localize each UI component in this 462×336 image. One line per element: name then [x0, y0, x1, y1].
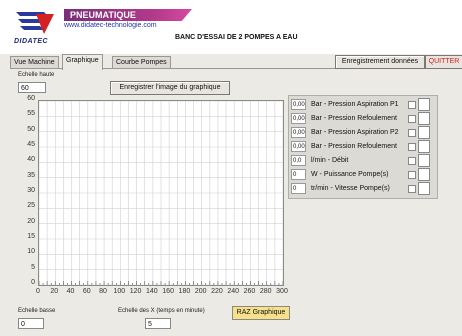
y-tick-label: 50 [27, 125, 35, 133]
legend-visibility-checkbox[interactable] [408, 115, 416, 123]
legend-visibility-checkbox[interactable] [408, 129, 416, 137]
y-tick-label: 25 [27, 202, 35, 210]
legend-value: 0,00 [291, 113, 306, 124]
legend-value: 0 [291, 169, 306, 180]
x-scale-input[interactable]: 5 [145, 318, 171, 329]
website-url[interactable]: www.didatec-technologie.com [64, 22, 157, 29]
page-title: BANC D'ESSAI DE 2 POMPES A EAU [175, 34, 298, 41]
legend-row: 0,00 Bar - Pression Aspiration P2 [289, 126, 437, 140]
legend-label: Bar - Pression Refoulement [311, 115, 397, 122]
legend-visibility-checkbox[interactable] [408, 157, 416, 165]
quit-button[interactable]: QUITTER [425, 55, 462, 69]
legend-value: 0,0 [291, 155, 306, 166]
legend-value: 0,00 [291, 99, 306, 110]
tab-graphique[interactable]: Graphique [62, 54, 103, 70]
y-tick-label: 40 [27, 156, 35, 164]
y-max-label: Echelle haute [18, 72, 55, 78]
legend-plot-style-swatch[interactable] [418, 168, 430, 181]
save-data-button[interactable]: Enregistrement données [335, 55, 425, 69]
reset-graph-button[interactable]: RAZ Graphique [232, 306, 290, 320]
legend-plot-style-swatch[interactable] [418, 154, 430, 167]
didatec-logo-icon [16, 12, 54, 34]
brand-banner-text: PNEUMATIQUE [70, 10, 136, 20]
plot-area [38, 100, 284, 286]
legend-row: 0,00 Bar - Pression Aspiration P1 [289, 98, 437, 112]
chart-grid [38, 100, 284, 286]
legend-row: 0,00 Bar - Pression Refoulement [289, 140, 437, 154]
legend-plot-style-swatch[interactable] [418, 98, 430, 111]
y-tick-label: 60 [27, 95, 35, 102]
legend-plot-style-swatch[interactable] [418, 182, 430, 195]
legend-plot-style-swatch[interactable] [418, 140, 430, 153]
legend-visibility-checkbox[interactable] [408, 143, 416, 151]
legend-value: 0 [291, 183, 306, 194]
y-min-label: Echelle basse [18, 308, 56, 314]
legend-visibility-checkbox[interactable] [408, 185, 416, 193]
legend-label: Bar - Pression Aspiration P1 [311, 101, 399, 108]
legend-label: W - Puissance Pompe(s) [311, 171, 389, 178]
legend-panel: 0,00 Bar - Pression Aspiration P1 0,00 B… [288, 95, 438, 199]
y-tick-label: 35 [27, 171, 35, 179]
logo-text: DIDATEC [14, 38, 49, 45]
y-tick-label: 20 [27, 217, 35, 225]
legend-label: tr/min - Vitesse Pompe(s) [311, 185, 390, 192]
y-max-input[interactable]: 60 [18, 82, 46, 93]
y-tick-label: 0 [31, 279, 35, 286]
legend-plot-style-swatch[interactable] [418, 112, 430, 125]
y-tick-label: 30 [27, 187, 35, 194]
legend-value: 0,00 [291, 141, 306, 152]
x-scale-label: Echelle des X (temps en minute) [118, 308, 205, 314]
y-tick-label: 5 [31, 263, 35, 271]
x-tick-label: 300 [276, 288, 288, 295]
legend-row: 0 W - Puissance Pompe(s) [289, 168, 437, 182]
y-min-input[interactable]: 0 [18, 318, 44, 329]
save-graph-image-button[interactable]: Enregistrer l'image du graphique [110, 81, 230, 95]
legend-label: l/min - Débit [311, 157, 349, 164]
legend-row: 0 tr/min - Vitesse Pompe(s) [289, 182, 437, 196]
y-tick-label: 15 [27, 233, 35, 240]
y-tick-label: 10 [27, 248, 35, 256]
legend-visibility-checkbox[interactable] [408, 101, 416, 109]
legend-row: 0,00 Bar - Pression Refoulement [289, 112, 437, 126]
legend-row: 0,0 l/min - Débit [289, 154, 437, 168]
legend-visibility-checkbox[interactable] [408, 171, 416, 179]
legend-label: Bar - Pression Aspiration P2 [311, 129, 399, 136]
y-tick-label: 55 [27, 110, 35, 118]
app-window: DIDATEC PNEUMATIQUE www.didatec-technolo… [0, 0, 462, 336]
legend-value: 0,00 [291, 127, 306, 138]
header: DIDATEC PNEUMATIQUE www.didatec-technolo… [0, 0, 462, 54]
legend-plot-style-swatch[interactable] [418, 126, 430, 139]
y-tick-label: 45 [27, 141, 35, 148]
legend-label: Bar - Pression Refoulement [311, 143, 397, 150]
